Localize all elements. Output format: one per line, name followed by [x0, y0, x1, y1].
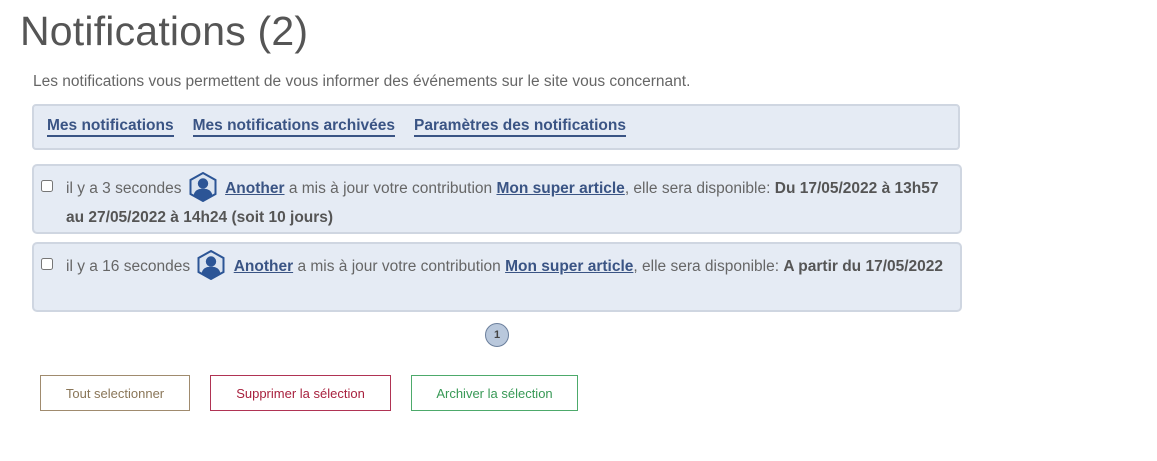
pagination-page-1[interactable]: 1 [485, 323, 509, 347]
notification-checkbox[interactable] [41, 180, 53, 192]
user-avatar-icon [196, 249, 226, 281]
notification-article-link[interactable]: Mon super article [505, 258, 633, 275]
notification-action: a mis à jour votre contribution [297, 258, 501, 275]
select-all-button[interactable]: Tout selectionner [40, 375, 190, 411]
notification-item: il y a 3 secondes Another a mis à jour v… [32, 164, 962, 234]
notification-user-link[interactable]: Another [234, 258, 293, 275]
notification-time: il y a 3 secondes [66, 180, 182, 197]
notification-article-link[interactable]: Mon super article [496, 180, 624, 197]
tab-my-notifications[interactable]: Mes notifications [47, 117, 174, 137]
notification-user-link[interactable]: Another [225, 180, 284, 197]
notification-checkbox[interactable] [41, 258, 53, 270]
page-title: Notifications (2) [20, 8, 309, 54]
tab-archived-notifications[interactable]: Mes notifications archivées [192, 117, 396, 137]
notification-suffix: , elle sera disponible: [624, 180, 771, 197]
notification-time: il y a 16 secondes [66, 258, 191, 275]
archive-selection-button[interactable]: Archiver la sélection [411, 375, 578, 411]
delete-selection-button[interactable]: Supprimer la sélection [210, 375, 391, 411]
notification-tabs: Mes notifications Mes notifications arch… [32, 104, 960, 150]
user-avatar-icon [188, 171, 218, 203]
notification-action: a mis à jour votre contribution [288, 180, 493, 197]
notification-availability: A partir du 17/05/2022 [783, 258, 944, 275]
tab-notification-settings[interactable]: Paramètres des notifications [414, 117, 626, 137]
notification-item: il y a 16 secondes Another a mis à jour … [32, 242, 962, 312]
notification-suffix: , elle sera disponible: [633, 258, 780, 275]
page-intro: Les notifications vous permettent de vou… [33, 73, 691, 90]
